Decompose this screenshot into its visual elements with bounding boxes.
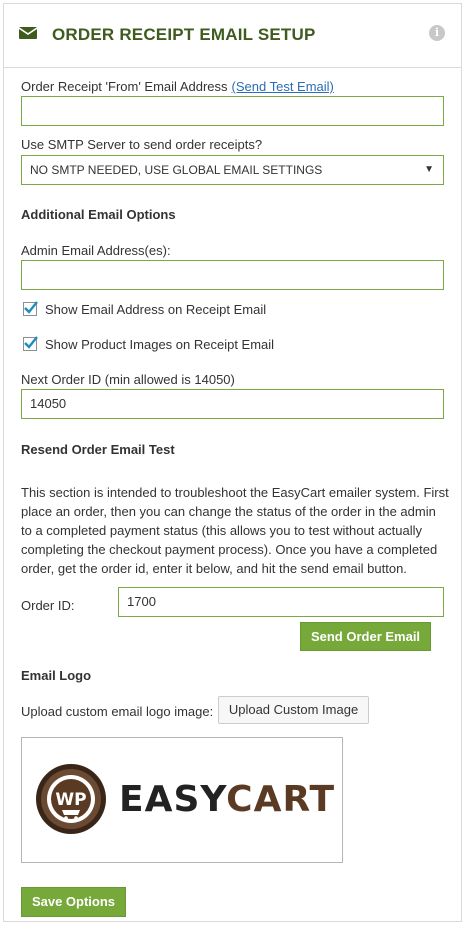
from-email-label-row: Order Receipt 'From' Email Address (Send … [21, 79, 334, 94]
additional-options-heading: Additional Email Options [21, 207, 176, 222]
next-order-id-field[interactable]: 14050 [21, 389, 444, 419]
save-options-button[interactable]: Save Options [21, 887, 126, 917]
email-setup-panel: ORDER RECEIPT EMAIL SETUP i Order Receip… [3, 3, 462, 922]
admin-email-field[interactable] [21, 260, 444, 290]
send-test-email-link[interactable]: (Send Test Email) [232, 79, 334, 94]
resend-heading: Resend Order Email Test [21, 442, 175, 457]
show-images-checkbox[interactable] [23, 336, 38, 351]
easycart-wordmark: EASYCART [119, 780, 335, 820]
upload-custom-image-button[interactable]: Upload Custom Image [218, 696, 369, 724]
upload-logo-label: Upload custom email logo image: [21, 704, 214, 719]
page-title: ORDER RECEIPT EMAIL SETUP [52, 25, 316, 44]
show-email-label: Show Email Address on Receipt Email [45, 302, 267, 317]
checkmark-icon [24, 301, 38, 314]
resend-description: This section is intended to troubleshoot… [21, 485, 449, 576]
wp-badge-text: WP [55, 790, 86, 810]
show-email-checkbox[interactable] [23, 301, 38, 316]
smtp-select[interactable]: NO SMTP NEEDED, USE GLOBAL EMAIL SETTING… [21, 155, 444, 185]
envelope-icon [18, 26, 38, 43]
smtp-label: Use SMTP Server to send order receipts? [21, 137, 263, 152]
from-email-label: Order Receipt 'From' Email Address [21, 79, 228, 94]
panel-header: ORDER RECEIPT EMAIL SETUP i [4, 4, 461, 68]
info-icon[interactable]: i [429, 25, 445, 41]
email-logo-heading: Email Logo [21, 668, 92, 683]
checkmark-icon [24, 336, 38, 349]
order-id-field[interactable]: 1700 [118, 587, 444, 617]
wp-badge-icon: WP [35, 763, 107, 838]
brand-part-easy: EASY [119, 779, 227, 820]
dropdown-arrow-icon: ▼ [424, 164, 434, 175]
smtp-selected-value: NO SMTP NEEDED, USE GLOBAL EMAIL SETTING… [30, 163, 323, 177]
next-order-label: Next Order ID (min allowed is 14050) [21, 372, 235, 387]
show-images-label: Show Product Images on Receipt Email [45, 337, 275, 352]
send-order-email-button[interactable]: Send Order Email [300, 622, 431, 651]
from-email-field[interactable] [21, 96, 444, 126]
order-id-label: Order ID: [21, 598, 75, 613]
brand-part-cart: CART [226, 779, 336, 820]
logo-preview: WP EASYCART [21, 737, 343, 863]
admin-email-label: Admin Email Address(es): [21, 243, 171, 258]
